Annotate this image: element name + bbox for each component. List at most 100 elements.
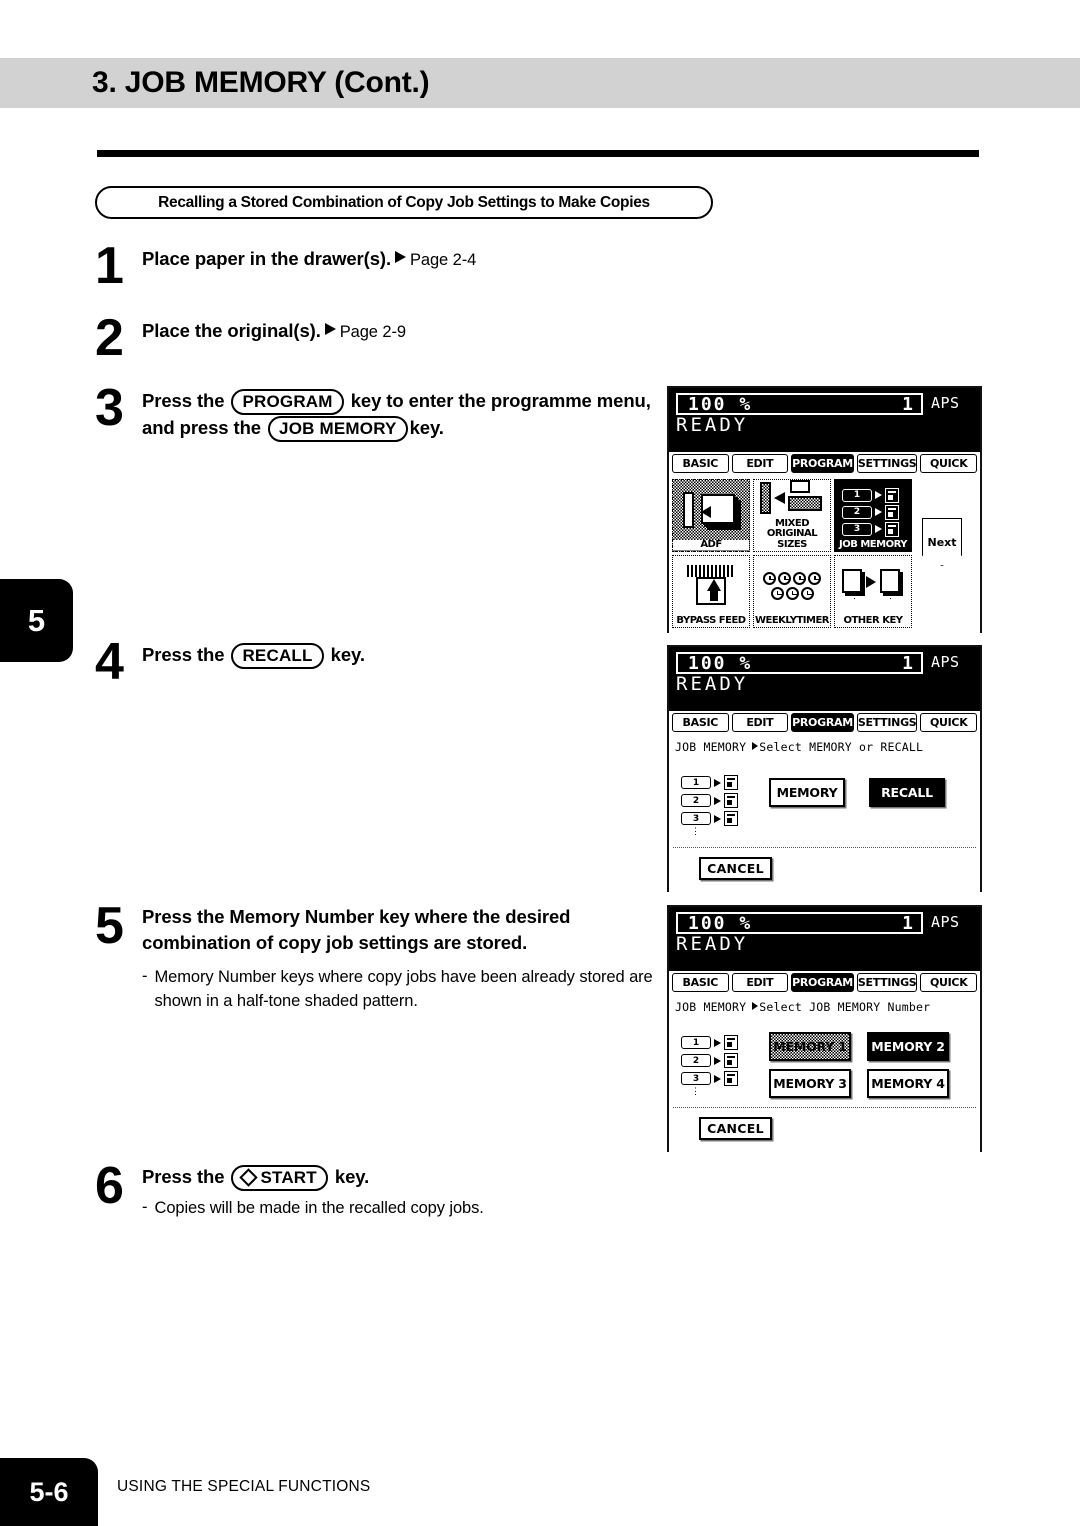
memory-3-button[interactable]: MEMORY 3: [769, 1069, 851, 1098]
memory-2-button[interactable]: MEMORY 2: [867, 1032, 949, 1061]
function-key-other-key[interactable]: ⋮ ⋮ OTHER KEY: [834, 555, 912, 628]
jm-row-num-2: 2: [681, 794, 711, 807]
recall-key-reference: RECALL: [231, 643, 324, 669]
content-divider: [673, 847, 976, 848]
memory-4-button[interactable]: MEMORY 4: [867, 1069, 949, 1098]
job-memory-list-icon: 1 2 3 ⋮: [681, 1035, 738, 1097]
step-1: 1 Place paper in the drawer(s). Page 2-4: [95, 240, 655, 310]
step-5-note-dash: -: [142, 967, 148, 985]
tab-quick[interactable]: QUICK: [920, 713, 977, 732]
lcd-tab-row-2: BASIC EDIT PROGRAM SETTINGS QUICK: [669, 711, 980, 735]
section-heading: Recalling a Stored Combination of Copy J…: [95, 186, 713, 219]
tab-program[interactable]: PROGRAM: [791, 713, 854, 732]
jm-row-num-1: 1: [681, 776, 711, 789]
zoom-ratio-display: 100 %: [676, 393, 861, 415]
cancel-button[interactable]: CANCEL: [699, 1117, 772, 1140]
function-key-grid: ADF MIXED ORIGINAL SIZES 1 2 3 JOB MEMOR…: [672, 479, 912, 628]
other-key-icon: ⋮ ⋮: [835, 556, 911, 616]
program-key-reference: PROGRAM: [231, 389, 344, 415]
lcd-tab-row-1: BASIC EDIT PROGRAM SETTINGS QUICK: [669, 452, 980, 476]
function-key-mixed-original-sizes[interactable]: MIXED ORIGINAL SIZES: [753, 479, 831, 552]
lcd-content-area-1: ADF MIXED ORIGINAL SIZES 1 2 3 JOB MEMOR…: [669, 476, 980, 633]
function-key-job-memory[interactable]: 1 2 3 JOB MEMORY: [834, 479, 912, 552]
paper-mode-label: APS: [931, 394, 960, 412]
machine-status-text: READY: [676, 414, 749, 436]
tab-basic[interactable]: BASIC: [672, 454, 729, 473]
section-heading-label: Recalling a Stored Combination of Copy J…: [158, 193, 650, 211]
start-key-reference: START: [231, 1165, 328, 1191]
footer-page-tab: 5-6: [0, 1458, 98, 1526]
step-2-instruction: Place the original(s).: [142, 320, 321, 341]
function-key-bypass-feed[interactable]: BYPASS FEED: [672, 555, 750, 628]
step-2-number: 2: [95, 309, 124, 367]
job-memory-list-icon: 1 2 3 ⋮: [681, 775, 738, 837]
tab-program[interactable]: PROGRAM: [791, 973, 854, 992]
function-key-job-memory-label: JOB MEMORY: [839, 538, 907, 550]
step-6-text-c: key.: [334, 1166, 370, 1187]
step-6-note-dash: -: [142, 1198, 148, 1216]
step-6-note: - Copies will be made in the recalled co…: [142, 1196, 662, 1220]
chapter-tab: 5: [0, 579, 73, 662]
function-key-mixed-label-line2: ORIGINAL SIZES: [766, 528, 818, 550]
start-key-label: START: [260, 1168, 317, 1187]
tab-program[interactable]: PROGRAM: [791, 454, 854, 473]
step-6: 6 Press the START key. - Copies will be …: [95, 1160, 655, 1250]
step-4-text-a: Press the: [142, 644, 225, 665]
step-3: 3 Press the PROGRAM key to enter the pro…: [95, 382, 670, 462]
step-3-number: 3: [95, 379, 124, 437]
lcd-tab-row-3: BASIC EDIT PROGRAM SETTINGS QUICK: [669, 971, 980, 995]
tab-quick[interactable]: QUICK: [920, 973, 977, 992]
step-2: 2 Place the original(s). Page 2-9: [95, 312, 655, 382]
step-5-note-text: Memory Number keys where copy jobs have …: [154, 968, 653, 1010]
tab-settings[interactable]: SETTINGS: [856, 973, 918, 992]
cancel-button[interactable]: CANCEL: [699, 857, 772, 880]
job-memory-key-reference: JOB MEMORY: [268, 416, 408, 442]
prompt-arrow-icon: [752, 742, 759, 750]
job-memory-prompt-text: Select MEMORY or RECALL: [759, 740, 924, 754]
page-ref-arrow-icon: [324, 323, 336, 335]
footer-page-number: 5-6: [29, 1476, 69, 1507]
jm-row-num-3: 3: [681, 1072, 711, 1085]
tab-quick[interactable]: QUICK: [920, 454, 977, 473]
tab-edit[interactable]: EDIT: [731, 454, 789, 473]
top-rule-divider: [97, 150, 979, 157]
next-page-button[interactable]: Next: [922, 518, 962, 566]
lcd-status-area-2: 100 % 1 APS READY: [669, 647, 980, 711]
prompt-arrow-icon: [752, 1002, 759, 1010]
step-4-number: 4: [95, 633, 124, 691]
step-6-text: Press the START key.: [142, 1164, 662, 1191]
mixed-original-sizes-icon: [754, 480, 830, 519]
lcd-status-area-1: 100 % 1 APS READY: [669, 388, 980, 452]
tab-edit[interactable]: EDIT: [731, 713, 789, 732]
step-1-page-ref: Page 2-4: [410, 251, 477, 269]
memory-button[interactable]: MEMORY: [769, 778, 845, 807]
job-memory-prompt-2: JOB MEMORY Select MEMORY or RECALL: [675, 740, 923, 754]
tab-basic[interactable]: BASIC: [672, 713, 729, 732]
footer-running-head: USING THE SPECIAL FUNCTIONS: [117, 1478, 371, 1495]
step-5-number: 5: [95, 897, 124, 955]
zoom-ratio-display: 100 %: [676, 912, 861, 934]
function-key-adf-label: ADF: [673, 539, 749, 550]
job-memory-prompt-prefix: JOB MEMORY: [675, 1000, 747, 1014]
machine-status-text: READY: [676, 933, 749, 955]
jm-row-num-2: 2: [681, 1054, 711, 1067]
function-key-adf[interactable]: ADF: [672, 479, 750, 552]
tab-settings[interactable]: SETTINGS: [856, 454, 918, 473]
copy-count-display: 1: [859, 393, 923, 415]
step-6-number: 6: [95, 1157, 124, 1215]
step-4-text-c: key.: [330, 644, 365, 665]
tab-basic[interactable]: BASIC: [672, 973, 729, 992]
lcd-content-area-3: JOB MEMORY Select JOB MEMORY Number 1 2 3…: [669, 995, 980, 1152]
step-1-number: 1: [95, 237, 124, 295]
tab-edit[interactable]: EDIT: [731, 973, 789, 992]
function-key-bypass-feed-label: BYPASS FEED: [676, 614, 746, 626]
step-5-text: Press the Memory Number key where the de…: [142, 906, 571, 953]
step-3-text-c: key.: [409, 417, 444, 438]
memory-1-button[interactable]: MEMORY 1: [769, 1032, 851, 1061]
recall-button[interactable]: RECALL: [869, 778, 945, 807]
lcd-panel-job-memory-number: 100 % 1 APS READY BASIC EDIT PROGRAM SET…: [667, 905, 982, 1152]
function-key-weekly-timer[interactable]: WEEKLYTIMER: [753, 555, 831, 628]
job-memory-prompt-3: JOB MEMORY Select JOB MEMORY Number: [675, 1000, 930, 1014]
tab-settings[interactable]: SETTINGS: [856, 713, 918, 732]
step-3-text: Press the PROGRAM key to enter the progr…: [142, 388, 682, 442]
